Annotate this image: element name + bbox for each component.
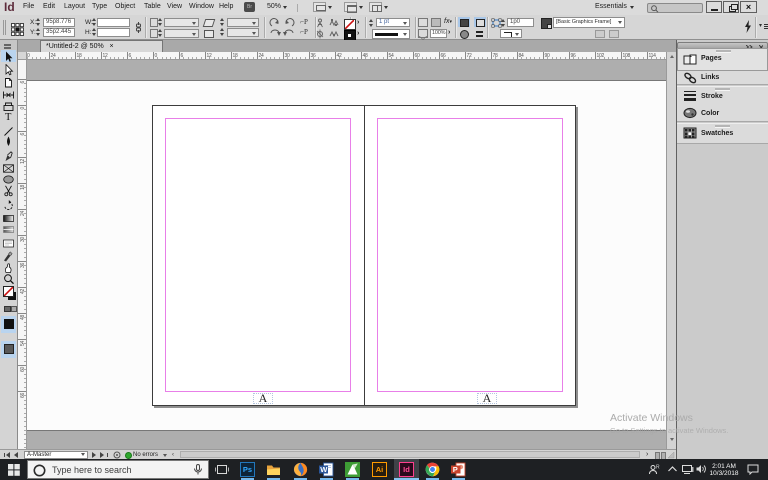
svg-text:P: P xyxy=(453,465,458,474)
svg-text:R: R xyxy=(656,465,660,471)
svg-text:W: W xyxy=(320,465,328,474)
